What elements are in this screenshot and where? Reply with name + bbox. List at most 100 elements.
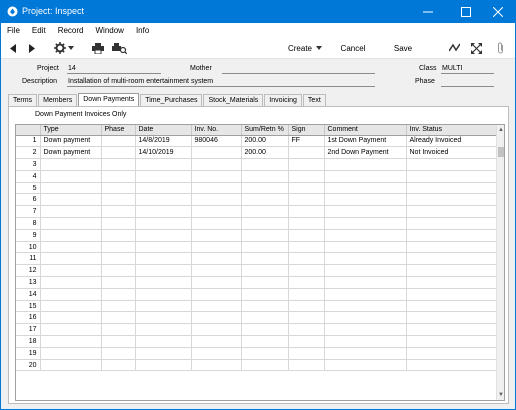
- grid-cell[interactable]: [241, 288, 289, 301]
- grid-cell[interactable]: [406, 182, 499, 195]
- tab-invoicing[interactable]: Invoicing: [264, 94, 302, 106]
- grid-cell[interactable]: [101, 311, 136, 325]
- scroll-up-icon[interactable]: ▲: [497, 125, 504, 135]
- grid-cell[interactable]: [406, 170, 499, 183]
- grid-cell[interactable]: [241, 229, 289, 242]
- grid-cell[interactable]: [241, 252, 289, 266]
- grid-cell[interactable]: Down payment: [40, 146, 102, 160]
- grid-cell[interactable]: [324, 264, 407, 278]
- grid-cell[interactable]: [406, 229, 499, 242]
- menu-edit[interactable]: Edit: [26, 26, 52, 35]
- grid-cell[interactable]: [288, 335, 325, 348]
- title-bar[interactable]: Project: Inspect: [1, 1, 515, 23]
- grid-cell[interactable]: [135, 252, 192, 266]
- grid-cell[interactable]: [288, 252, 325, 266]
- grid-cell[interactable]: [40, 311, 102, 325]
- grid-cell[interactable]: [406, 193, 499, 207]
- grid-cell[interactable]: [288, 193, 325, 207]
- grid-cell[interactable]: FF: [288, 135, 325, 148]
- grid-cell[interactable]: [101, 288, 136, 301]
- grid-cell[interactable]: [101, 264, 136, 278]
- grid-cell[interactable]: [288, 182, 325, 195]
- grid-cell[interactable]: [191, 217, 242, 230]
- grid-cell[interactable]: [40, 347, 102, 360]
- grid-cell[interactable]: [40, 158, 102, 171]
- grid-cell[interactable]: [288, 276, 325, 289]
- grid-cell[interactable]: [241, 276, 289, 289]
- grid-cell[interactable]: [101, 135, 136, 148]
- grid-cell[interactable]: [40, 359, 102, 372]
- grid-cell[interactable]: [191, 300, 242, 313]
- grid-cell[interactable]: [135, 217, 192, 230]
- grid-cell[interactable]: [135, 311, 192, 325]
- grid-cell[interactable]: [191, 323, 242, 337]
- save-button[interactable]: Save: [389, 40, 417, 56]
- grid-cell[interactable]: [406, 158, 499, 171]
- grid-cell[interactable]: [241, 335, 289, 348]
- column-header[interactable]: Sum/Retn %: [241, 125, 289, 136]
- grid-cell[interactable]: [101, 158, 136, 171]
- grid-cell[interactable]: [135, 347, 192, 360]
- table-row[interactable]: 17: [16, 323, 499, 337]
- grid-cell[interactable]: Already Invoiced: [406, 135, 499, 148]
- expand-button[interactable]: [469, 40, 483, 56]
- grid-cell[interactable]: [241, 170, 289, 183]
- table-row[interactable]: 6: [16, 193, 499, 207]
- print-button[interactable]: [91, 40, 105, 56]
- grid-cell[interactable]: [135, 170, 192, 183]
- grid-cell[interactable]: [40, 205, 102, 219]
- grid-cell[interactable]: [324, 158, 407, 171]
- grid-cell[interactable]: [135, 359, 192, 372]
- table-row[interactable]: 11: [16, 252, 499, 266]
- class-field[interactable]: MULTI: [441, 64, 494, 74]
- grid-cell[interactable]: [191, 205, 242, 219]
- grid-cell[interactable]: [406, 241, 499, 254]
- table-row[interactable]: 16: [16, 311, 499, 325]
- grid-cell[interactable]: [101, 170, 136, 183]
- activity-button[interactable]: [447, 40, 461, 56]
- table-row[interactable]: 19: [16, 347, 499, 360]
- grid-cell[interactable]: [288, 229, 325, 242]
- mother-field[interactable]: [222, 64, 375, 74]
- table-row[interactable]: 10: [16, 241, 499, 254]
- grid-cell[interactable]: [101, 182, 136, 195]
- table-row[interactable]: 4: [16, 170, 499, 183]
- grid-cell[interactable]: [40, 170, 102, 183]
- grid-cell[interactable]: [191, 347, 242, 360]
- grid-cell[interactable]: [288, 217, 325, 230]
- grid-cell[interactable]: [406, 205, 499, 219]
- grid-cell[interactable]: [406, 300, 499, 313]
- grid-cell[interactable]: [324, 288, 407, 301]
- grid-cell[interactable]: [191, 359, 242, 372]
- grid-cell[interactable]: [135, 193, 192, 207]
- print-preview-button[interactable]: [111, 40, 127, 56]
- prev-record-button[interactable]: [7, 40, 19, 56]
- grid-cell[interactable]: 980046: [191, 135, 242, 148]
- grid-cell[interactable]: [288, 311, 325, 325]
- column-header[interactable]: Sign: [288, 125, 325, 136]
- column-header[interactable]: [16, 125, 41, 136]
- grid-cell[interactable]: [40, 229, 102, 242]
- grid-cell[interactable]: [191, 146, 242, 160]
- grid-cell[interactable]: [40, 182, 102, 195]
- grid-cell[interactable]: [324, 170, 407, 183]
- grid-cell[interactable]: [135, 323, 192, 337]
- grid-cell[interactable]: [191, 276, 242, 289]
- grid-cell[interactable]: [191, 182, 242, 195]
- grid-cell[interactable]: [191, 170, 242, 183]
- grid-cell[interactable]: [324, 252, 407, 266]
- grid-cell[interactable]: [191, 241, 242, 254]
- grid-cell[interactable]: [40, 300, 102, 313]
- table-row[interactable]: 18: [16, 335, 499, 348]
- grid-cell[interactable]: [324, 323, 407, 337]
- grid-cell[interactable]: [288, 264, 325, 278]
- grid-cell[interactable]: [191, 311, 242, 325]
- grid-cell[interactable]: [324, 229, 407, 242]
- grid-cell[interactable]: [135, 264, 192, 278]
- table-row[interactable]: 13: [16, 276, 499, 289]
- table-row[interactable]: 3: [16, 158, 499, 171]
- grid-cell[interactable]: 2nd Down Payment: [324, 146, 407, 160]
- grid-cell[interactable]: [191, 193, 242, 207]
- grid-cell[interactable]: [288, 288, 325, 301]
- grid-scrollbar[interactable]: ▲ ▼: [496, 125, 504, 400]
